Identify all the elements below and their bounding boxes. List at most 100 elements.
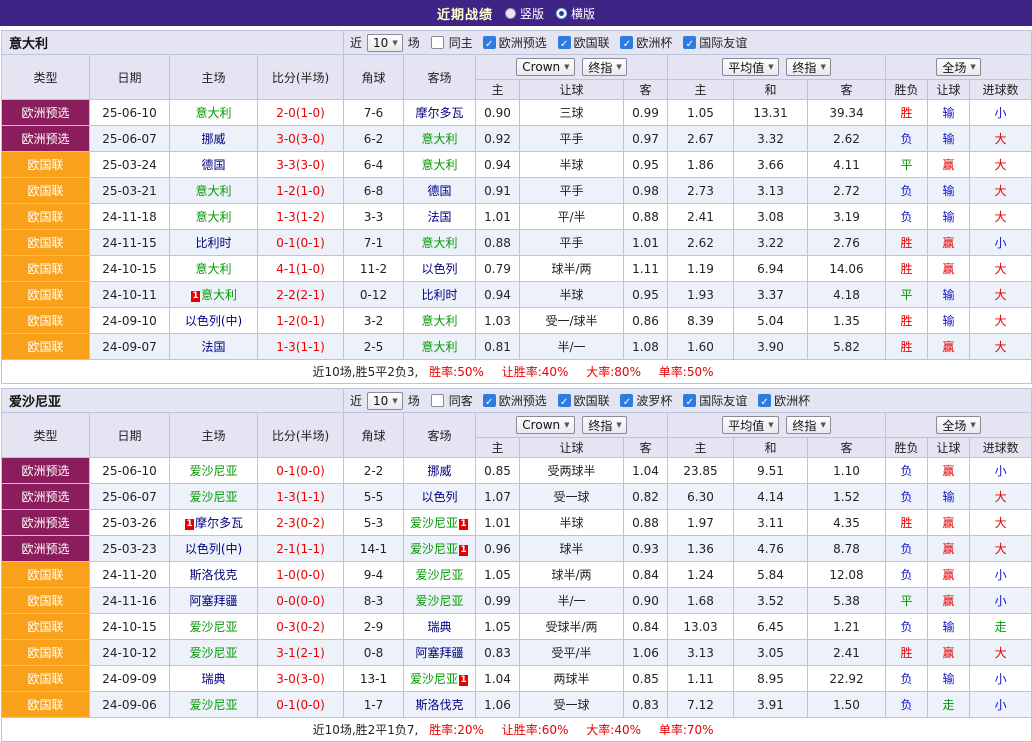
score[interactable]: 4-1(1-0) — [258, 256, 344, 282]
home-team-name[interactable]: 瑞典 — [201, 672, 225, 686]
layout-option-vertical[interactable]: 竖版 — [505, 5, 544, 22]
score[interactable]: 3-0(3-0) — [258, 126, 344, 152]
home-team-name[interactable]: 挪威 — [201, 132, 225, 146]
league-badge[interactable]: 欧国联 — [2, 692, 90, 718]
home-team-name[interactable]: 意大利 — [195, 106, 231, 120]
league-badge[interactable]: 欧国联 — [2, 152, 90, 178]
league-checkbox[interactable]: ✓ — [683, 394, 696, 407]
layout-option-horizontal[interactable]: 横版 — [556, 5, 595, 22]
home-team-name[interactable]: 斯洛伐克 — [189, 568, 237, 582]
league-badge[interactable]: 欧洲预选 — [2, 458, 90, 484]
home-team-name[interactable]: 法国 — [201, 340, 225, 354]
home-team-name[interactable]: 爱沙尼亚 — [189, 464, 237, 478]
home-team-name[interactable]: 德国 — [201, 158, 225, 172]
score[interactable]: 0-0(0-0) — [258, 588, 344, 614]
score[interactable]: 1-3(1-1) — [258, 334, 344, 360]
same-venue-checkbox[interactable] — [431, 394, 444, 407]
league-checkbox[interactable]: ✓ — [758, 394, 771, 407]
league-checkbox[interactable]: ✓ — [483, 394, 496, 407]
away-team-name[interactable]: 挪威 — [428, 464, 452, 478]
league-badge[interactable]: 欧国联 — [2, 282, 90, 308]
away-team-name[interactable]: 以色列 — [422, 262, 458, 276]
recent-count-select[interactable]: 10 ▼ — [367, 392, 403, 410]
league-badge[interactable]: 欧洲预选 — [2, 484, 90, 510]
league-badge[interactable]: 欧国联 — [2, 588, 90, 614]
league-checkbox[interactable]: ✓ — [558, 36, 571, 49]
home-team-name[interactable]: 以色列(中) — [185, 314, 242, 328]
score[interactable]: 1-3(1-1) — [258, 484, 344, 510]
score[interactable]: 2-2(2-1) — [258, 282, 344, 308]
score[interactable]: 1-0(0-0) — [258, 562, 344, 588]
league-badge[interactable]: 欧洲预选 — [2, 126, 90, 152]
home-team-name[interactable]: 意大利 — [201, 288, 237, 302]
home-team-name[interactable]: 意大利 — [195, 210, 231, 224]
score[interactable]: 2-0(1-0) — [258, 100, 344, 126]
radio-icon[interactable] — [556, 8, 567, 19]
radio-icon[interactable] — [505, 8, 516, 19]
same-venue-checkbox[interactable] — [431, 36, 444, 49]
score[interactable]: 0-1(0-0) — [258, 692, 344, 718]
away-team-name[interactable]: 摩尔多瓦 — [416, 106, 464, 120]
home-team-name[interactable]: 爱沙尼亚 — [189, 490, 237, 504]
away-team-name[interactable]: 爱沙尼亚 — [410, 516, 458, 530]
score[interactable]: 3-1(2-1) — [258, 640, 344, 666]
away-team-name[interactable]: 意大利 — [422, 158, 458, 172]
scope-select[interactable]: 全场 ▼ — [936, 58, 980, 76]
league-badge[interactable]: 欧国联 — [2, 308, 90, 334]
league-checkbox[interactable]: ✓ — [483, 36, 496, 49]
average-stage-select[interactable]: 终指 ▼ — [786, 58, 830, 76]
league-badge[interactable]: 欧国联 — [2, 614, 90, 640]
home-team-name[interactable]: 意大利 — [195, 184, 231, 198]
home-team-name[interactable]: 爱沙尼亚 — [189, 620, 237, 634]
league-badge[interactable]: 欧国联 — [2, 666, 90, 692]
away-team-name[interactable]: 爱沙尼亚 — [410, 672, 458, 686]
away-team-name[interactable]: 比利时 — [422, 288, 458, 302]
score[interactable]: 3-3(3-0) — [258, 152, 344, 178]
home-team-name[interactable]: 摩尔多瓦 — [195, 516, 243, 530]
league-badge[interactable]: 欧洲预选 — [2, 510, 90, 536]
away-team-name[interactable]: 德国 — [428, 184, 452, 198]
score[interactable]: 0-1(0-1) — [258, 230, 344, 256]
away-team-name[interactable]: 爱沙尼亚 — [410, 542, 458, 556]
league-checkbox[interactable]: ✓ — [683, 36, 696, 49]
home-team-name[interactable]: 阿塞拜疆 — [189, 594, 237, 608]
home-team-name[interactable]: 以色列(中) — [185, 542, 242, 556]
away-team-name[interactable]: 爱沙尼亚 — [416, 594, 464, 608]
recent-count-select[interactable]: 10 ▼ — [367, 34, 403, 52]
scope-select[interactable]: 全场 ▼ — [936, 416, 980, 434]
score[interactable]: 2-3(0-2) — [258, 510, 344, 536]
score[interactable]: 3-0(3-0) — [258, 666, 344, 692]
away-team-name[interactable]: 阿塞拜疆 — [416, 646, 464, 660]
away-team-name[interactable]: 瑞典 — [428, 620, 452, 634]
average-stage-select[interactable]: 终指 ▼ — [786, 416, 830, 434]
league-checkbox[interactable]: ✓ — [558, 394, 571, 407]
league-badge[interactable]: 欧洲预选 — [2, 100, 90, 126]
score[interactable]: 0-1(0-0) — [258, 458, 344, 484]
league-badge[interactable]: 欧洲预选 — [2, 536, 90, 562]
bookmaker-select[interactable]: Crown ▼ — [516, 58, 574, 76]
score[interactable]: 2-1(1-1) — [258, 536, 344, 562]
league-badge[interactable]: 欧国联 — [2, 204, 90, 230]
league-badge[interactable]: 欧国联 — [2, 334, 90, 360]
bookmaker-select[interactable]: Crown ▼ — [516, 416, 574, 434]
away-team-name[interactable]: 爱沙尼亚 — [416, 568, 464, 582]
home-team-name[interactable]: 爱沙尼亚 — [189, 646, 237, 660]
league-checkbox[interactable]: ✓ — [620, 36, 633, 49]
score[interactable]: 1-2(1-0) — [258, 178, 344, 204]
league-badge[interactable]: 欧国联 — [2, 256, 90, 282]
away-team-name[interactable]: 法国 — [428, 210, 452, 224]
bookmaker-stage-select[interactable]: 终指 ▼ — [582, 416, 626, 434]
bookmaker-stage-select[interactable]: 终指 ▼ — [582, 58, 626, 76]
league-badge[interactable]: 欧国联 — [2, 178, 90, 204]
average-select[interactable]: 平均值 ▼ — [722, 58, 778, 76]
score[interactable]: 1-3(1-2) — [258, 204, 344, 230]
league-badge[interactable]: 欧国联 — [2, 562, 90, 588]
home-team-name[interactable]: 爱沙尼亚 — [189, 698, 237, 712]
score[interactable]: 1-2(0-1) — [258, 308, 344, 334]
home-team-name[interactable]: 意大利 — [195, 262, 231, 276]
away-team-name[interactable]: 意大利 — [422, 132, 458, 146]
score[interactable]: 0-3(0-2) — [258, 614, 344, 640]
away-team-name[interactable]: 意大利 — [422, 340, 458, 354]
home-team-name[interactable]: 比利时 — [195, 236, 231, 250]
away-team-name[interactable]: 斯洛伐克 — [416, 698, 464, 712]
